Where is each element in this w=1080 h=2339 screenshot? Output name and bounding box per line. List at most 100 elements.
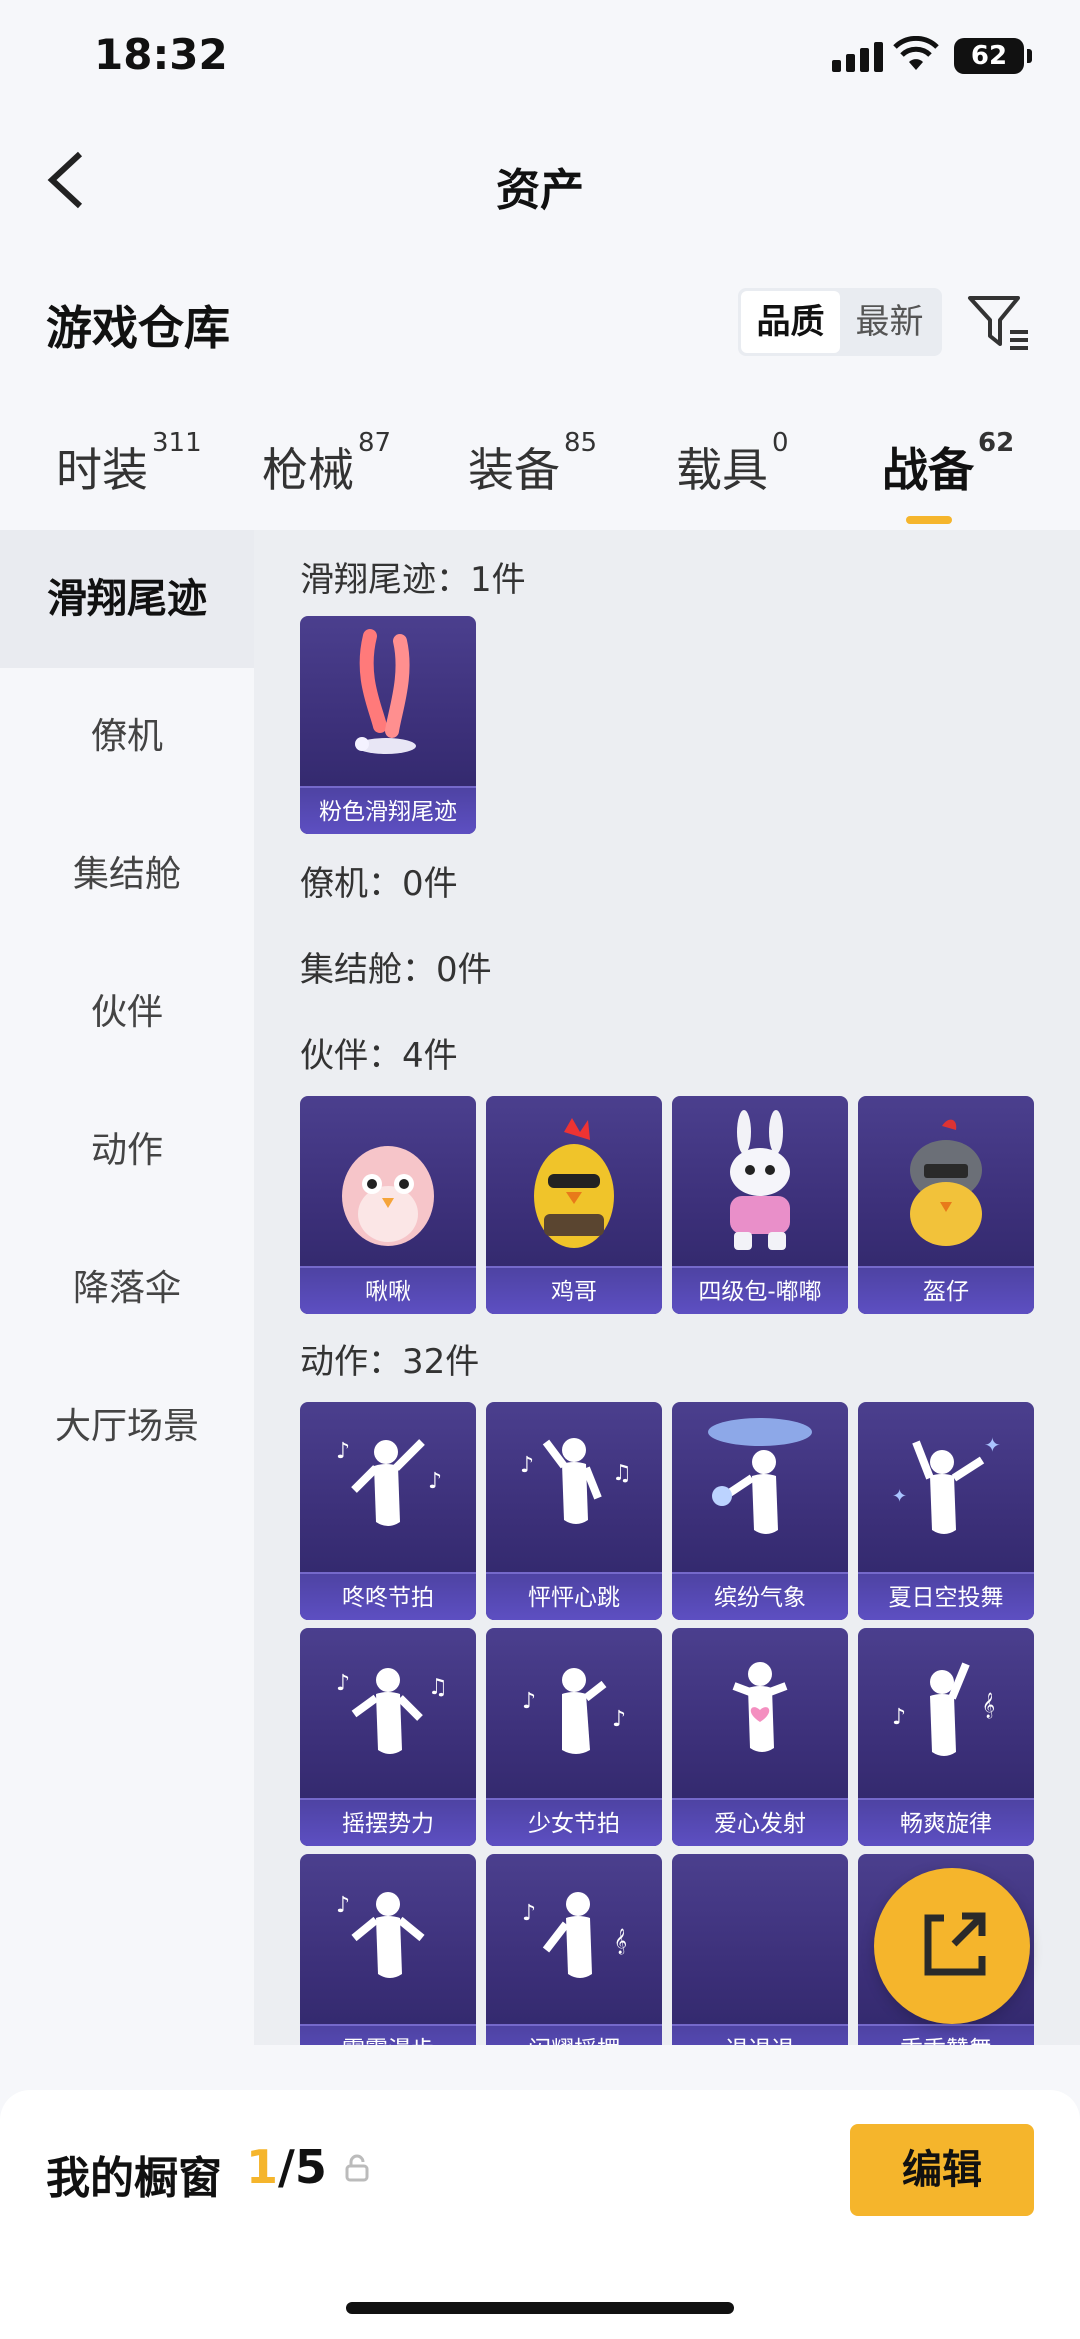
- tab-vehicles[interactable]: 载具 0: [676, 428, 789, 500]
- item-card-label: 啾啾: [300, 1266, 476, 1314]
- item-card[interactable]: 啾啾: [300, 1096, 476, 1314]
- sidebar-item-wingman[interactable]: 僚机: [0, 668, 254, 806]
- cellular-signal-icon: [832, 42, 883, 72]
- sidebar-item-partner[interactable]: 伙伴: [0, 944, 254, 1082]
- sidebar-item-lobby-scene[interactable]: 大厅场景: [0, 1358, 254, 1496]
- emote-dancer-image: ♪𝄞: [892, 1662, 995, 1756]
- item-card[interactable]: 鸡哥: [486, 1096, 662, 1314]
- edit-button[interactable]: 编辑: [850, 2124, 1034, 2216]
- item-card-label: 缤纷气象: [672, 1572, 848, 1620]
- tab-equipment[interactable]: 装备 85: [468, 428, 597, 500]
- page-title: 资产: [496, 165, 584, 216]
- emote-dancer-image: ♪♪: [336, 1439, 442, 1526]
- sidebar-item-glide-trail[interactable]: 滑翔尾迹: [0, 530, 254, 668]
- glide-trail-image: [355, 629, 416, 754]
- share-fab-button[interactable]: [874, 1868, 1030, 2024]
- item-card-label: 夏日空投舞: [858, 1572, 1034, 1620]
- warehouse-title: 游戏仓库: [46, 301, 230, 355]
- item-card-label: 粉色滑翔尾迹: [300, 786, 476, 834]
- svg-text:♪: ♪: [336, 1671, 350, 1696]
- item-card[interactable]: 盔仔: [858, 1096, 1034, 1314]
- item-card[interactable]: ♪ ♪ 少女节拍: [486, 1628, 662, 1846]
- emote-dancer-image: [708, 1418, 812, 1534]
- item-card[interactable]: 缤纷气象: [672, 1402, 848, 1620]
- wifi-icon: [893, 36, 939, 70]
- tab-battle-prep[interactable]: 战备 62: [882, 428, 1014, 524]
- emote-dancer-image: ♪♪: [522, 1668, 626, 1754]
- external-link-icon: [924, 1912, 986, 1976]
- item-card-label: 退退退: [672, 2024, 848, 2045]
- sidebar-item-parachute[interactable]: 降落伞: [0, 1220, 254, 1358]
- svg-text:✦: ✦: [984, 1433, 1001, 1457]
- partner-chicken-image: [534, 1118, 614, 1248]
- item-card-label: 摇摆势力: [300, 1798, 476, 1846]
- svg-text:♪: ♪: [892, 1705, 906, 1730]
- section-title-glide: 滑翔尾迹：1件: [300, 560, 526, 600]
- item-card-label: 乖乖赞舞: [858, 2024, 1034, 2045]
- svg-text:♫: ♫: [612, 1461, 632, 1486]
- item-card[interactable]: ♪ ♫ 摇摆势力: [300, 1628, 476, 1846]
- status-time: 18:32: [94, 30, 228, 79]
- item-card[interactable]: 爱心发射: [672, 1628, 848, 1846]
- item-list: 滑翔尾迹：1件 粉色滑翔尾迹 僚机：0件 集结舱：0件 伙伴：4件 啾啾 鸡哥 …: [254, 530, 1080, 2045]
- item-card-label: 爱心发射: [672, 1798, 848, 1846]
- sidebar: 滑翔尾迹 僚机 集结舱 伙伴 动作 降落伞 大厅场景: [0, 530, 254, 2045]
- item-card-label: 霹雳漫步: [300, 2024, 476, 2045]
- emote-dancer-image: ♪ ♫: [520, 1438, 632, 1524]
- status-bar: 18:32 62: [0, 0, 1080, 120]
- filter-icon[interactable]: [966, 292, 1030, 354]
- item-card[interactable]: 四级包-嘟嘟: [672, 1096, 848, 1314]
- item-card-label: 怦怦心跳: [486, 1572, 662, 1620]
- section-title-emote: 动作：32件: [300, 1342, 480, 1382]
- svg-text:♪: ♪: [336, 1439, 350, 1464]
- partner-chick-pink-image: [342, 1146, 434, 1246]
- emote-dancer-image: ✦✦: [892, 1433, 1001, 1534]
- sidebar-item-emote[interactable]: 动作: [0, 1082, 254, 1220]
- item-card[interactable]: ♪ 霹雳漫步: [300, 1854, 476, 2045]
- section-title-pod: 集结舱：0件: [300, 950, 492, 990]
- svg-text:♪: ♪: [522, 1901, 536, 1926]
- item-card-label: 闪耀摇摆: [486, 2024, 662, 2045]
- emote-dancer-image: ♪𝄞: [522, 1892, 627, 1978]
- item-card[interactable]: 粉色滑翔尾迹: [300, 616, 476, 834]
- tab-firearms[interactable]: 枪械 87: [262, 428, 391, 500]
- item-card[interactable]: ♪𝄞 闪耀摇摆: [486, 1854, 662, 2045]
- emote-dancer-image: [732, 1662, 788, 1752]
- svg-text:𝄞: 𝄞: [614, 1928, 627, 1954]
- item-card-label: 四级包-嘟嘟: [672, 1266, 848, 1314]
- emote-dancer-image: ♪ ♫: [336, 1668, 448, 1754]
- svg-text:♫: ♫: [428, 1675, 448, 1700]
- svg-text:𝄞: 𝄞: [982, 1692, 995, 1718]
- emote-dancer-image: ♪: [336, 1892, 425, 1978]
- item-card[interactable]: ♪ 𝄞 畅爽旋律: [858, 1628, 1034, 1846]
- item-card-label: 鸡哥: [486, 1266, 662, 1314]
- svg-text:♪: ♪: [520, 1453, 534, 1478]
- svg-text:♪: ♪: [612, 1707, 626, 1732]
- item-card[interactable]: ♪ ♪ 咚咚节拍: [300, 1402, 476, 1620]
- content-area: 滑翔尾迹 僚机 集结舱 伙伴 动作 降落伞 大厅场景 滑翔尾迹：1件 粉色滑翔尾…: [0, 530, 1080, 2045]
- sort-toggle: 品质 最新: [738, 288, 942, 356]
- svg-text:♪: ♪: [428, 1469, 442, 1494]
- svg-text:♪: ♪: [522, 1689, 536, 1714]
- section-title-wingman: 僚机：0件: [300, 864, 458, 904]
- item-card-label: 盔仔: [858, 1266, 1034, 1314]
- showcase-count: 1/5: [246, 2140, 327, 2194]
- tab-fashion[interactable]: 时装 311: [56, 428, 202, 500]
- item-card-label: 少女节拍: [486, 1798, 662, 1846]
- section-title-partner: 伙伴：4件: [300, 1036, 458, 1076]
- warehouse-header: 游戏仓库 品质 最新: [0, 270, 1080, 370]
- svg-text:✦: ✦: [892, 1486, 907, 1507]
- item-card-label: 咚咚节拍: [300, 1572, 476, 1620]
- svg-text:♪: ♪: [336, 1893, 350, 1918]
- item-card[interactable]: ✦ ✦ 夏日空投舞: [858, 1402, 1034, 1620]
- sort-newest-button[interactable]: 最新: [840, 291, 939, 353]
- item-card[interactable]: 退退退: [672, 1854, 848, 2045]
- partner-robot-image: [730, 1110, 790, 1250]
- lock-icon: [345, 2154, 369, 2182]
- sidebar-item-rally-pod[interactable]: 集结舱: [0, 806, 254, 944]
- item-card[interactable]: ♪ ♫ 怦怦心跳: [486, 1402, 662, 1620]
- battery-indicator: 62: [954, 38, 1032, 74]
- sort-quality-button[interactable]: 品质: [741, 291, 840, 353]
- partner-helmet-chick-image: [910, 1119, 982, 1246]
- home-indicator: [346, 2302, 734, 2314]
